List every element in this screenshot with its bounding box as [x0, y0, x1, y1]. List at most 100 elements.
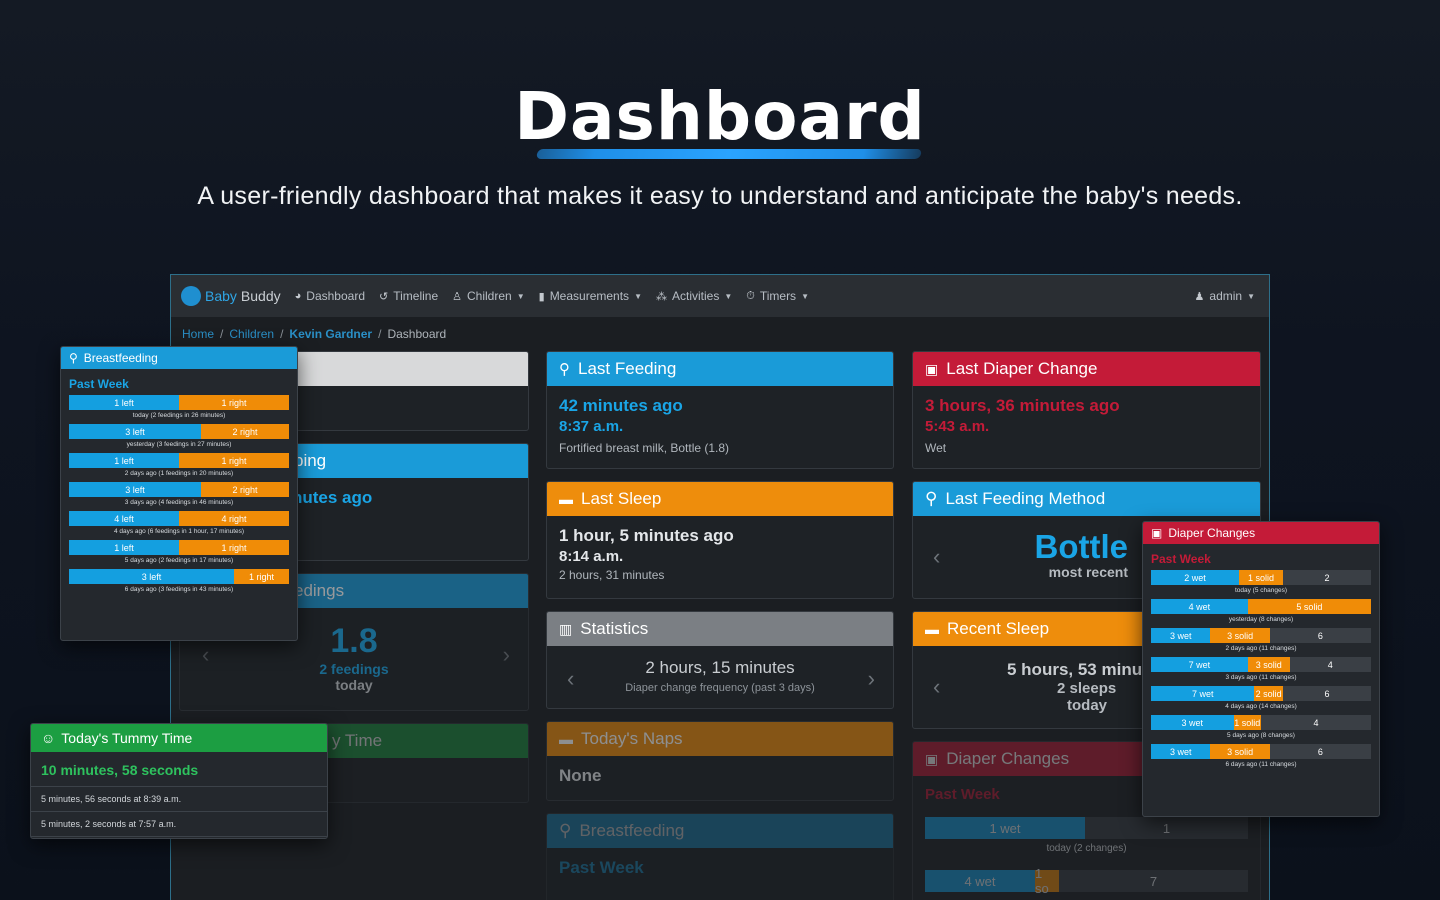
nav-timeline[interactable]: ↺ Timeline — [379, 289, 438, 303]
breastfeeding-caption: 4 days ago (6 feedings in 1 hour, 17 min… — [113, 528, 245, 535]
diaper-bg-row1-total: 1 — [1162, 820, 1171, 836]
diaper-row: 2 wet 1 solid 2 today (5 changes) — [1143, 570, 1379, 594]
card-last-sleep: ▬ Last Sleep 1 hour, 5 minutes ago 8:14 … — [546, 481, 894, 599]
hero-subtitle: A user-friendly dashboard that makes it … — [197, 182, 1243, 210]
activities-icon: ⁂ — [655, 290, 667, 303]
left-segment: 3 left — [69, 482, 201, 497]
nav-timeline-label: Timeline — [393, 289, 439, 303]
solid-segment: 3 solid — [1210, 744, 1270, 759]
tummy-popup-title: Today's Tummy Time — [61, 730, 193, 746]
breadcrumb-children[interactable]: Children — [229, 327, 274, 341]
app-window: Baby Buddy ◕ Dashboard ↺ Timeline ♙ Chil… — [170, 274, 1270, 900]
diaper-caption: today (5 changes) — [1234, 587, 1288, 594]
hero-title: Dashboard — [514, 78, 926, 155]
smile-icon: ☺ — [41, 730, 56, 746]
breadcrumb-home[interactable]: Home — [182, 327, 214, 341]
card-feedings-sub1: 2 feedings — [319, 661, 389, 677]
right-segment: 1 right — [179, 453, 289, 468]
left-segment: 3 left — [69, 569, 234, 584]
chevron-left-icon[interactable]: ‹ — [933, 544, 940, 570]
user-menu[interactable]: ♟ admin ▼ — [1195, 289, 1255, 303]
wet-segment: 3 wet — [1151, 715, 1234, 730]
diaper-bg-row1-wet: 1 wet — [925, 817, 1085, 839]
bottle-icon: ⚲ — [559, 361, 570, 378]
caret-down-icon: ▼ — [801, 291, 809, 301]
nav-timers[interactable]: ⏱ Timers ▼ — [746, 289, 809, 303]
trash-icon: ▣ — [925, 360, 939, 377]
bed-icon: ▬ — [559, 491, 573, 507]
bottle-icon: ⚲ — [925, 489, 938, 508]
nav-children[interactable]: ♙ Children ▼ — [452, 289, 525, 303]
right-segment: 4 right — [179, 511, 289, 526]
nav-dashboard[interactable]: ◕ Dashboard — [295, 289, 365, 303]
breadcrumb-child[interactable]: Kevin Gardner — [289, 327, 372, 341]
diaper-caption: 2 days ago (11 changes) — [1225, 645, 1297, 652]
chevron-left-icon[interactable]: ‹ — [567, 666, 574, 692]
breastfeeding-row: 1 left 1 right today (2 feedings in 26 min… — [61, 395, 297, 419]
nav-children-label: Children — [467, 289, 512, 303]
right-segment: 1 right — [179, 395, 289, 410]
solid-segment: 3 solid — [1210, 628, 1270, 643]
breastfeeding-caption: today (2 feedings in 26 minutes) — [132, 412, 226, 419]
bar-chart-icon: ▥ — [559, 620, 573, 637]
last-feeding-ago: 42 minutes ago — [559, 396, 683, 415]
brand-part2: Buddy — [240, 288, 281, 304]
diaper-bg-row1-caption: today (2 changes) — [1046, 843, 1127, 854]
breastfeeding-popup-title: Breastfeeding — [83, 351, 158, 365]
diaper-bar: 3 wet 3 solid 6 — [1151, 744, 1371, 759]
diaper-caption: 4 days ago (14 changes) — [1225, 703, 1297, 710]
breastfeeding-caption: 3 days ago (4 feedings in 46 minutes) — [124, 499, 234, 506]
breastfeeding-bg-sub: Past Week — [559, 858, 644, 877]
solid-segment: 3 solid — [1247, 657, 1290, 672]
last-sleep-ago: 1 hour, 5 minutes ago — [559, 526, 734, 545]
last-sleep-time: 8:14 a.m. — [559, 548, 624, 565]
last-diaper-ago: 3 hours, 36 minutes ago — [925, 396, 1120, 415]
breastfeeding-row: 4 left 4 right 4 days ago (6 feedings in 1… — [61, 511, 297, 535]
breastfeeding-row: 3 left 1 right 6 days ago (3 feedings in 4… — [61, 569, 297, 593]
right-segment: 2 right — [201, 424, 289, 439]
wet-segment: 7 wet — [1151, 657, 1248, 672]
chevron-left-icon[interactable]: ‹ — [933, 674, 940, 700]
dashboard-icon: ◕ — [294, 290, 302, 302]
nav-measurements[interactable]: ▮ Measurements ▼ — [539, 289, 642, 303]
clipboard-icon: ▮ — [538, 290, 545, 303]
diaper-row: 3 wet 1 solid 4 5 days ago (8 changes) — [1143, 715, 1379, 739]
total-segment: 2 — [1283, 570, 1371, 585]
diaper-popup-title: Diaper Changes — [1168, 526, 1256, 540]
bottle-icon: ⚲ — [559, 821, 572, 840]
timer-icon: ⏱ — [746, 289, 755, 302]
diaper-bar: 3 wet 3 solid 6 — [1151, 628, 1371, 643]
caret-down-icon: ▼ — [724, 291, 733, 301]
last-diaper-detail: Wet — [925, 441, 947, 455]
chevron-right-icon[interactable]: › — [868, 666, 875, 692]
chevron-left-icon[interactable]: ‹ — [202, 642, 209, 668]
total-segment: 6 — [1269, 744, 1371, 759]
total-segment: 6 — [1269, 628, 1371, 643]
card-naps-title: Today's Naps — [581, 729, 683, 748]
nav-activities[interactable]: ⁂ Activities ▼ — [656, 289, 732, 303]
feeding-method-value: Bottle — [1034, 528, 1129, 565]
diaper-bar: 4 wet 5 solid — [1151, 599, 1371, 614]
chevron-right-icon[interactable]: › — [503, 642, 510, 668]
statistics-value: 2 hours, 15 minutes — [645, 658, 795, 677]
nav-timers-label: Timers — [759, 289, 797, 303]
card-diaper-bg-title: Diaper Changes — [946, 749, 1070, 768]
breastfeeding-caption: 5 days ago (2 feedings in 17 minutes) — [124, 557, 234, 564]
brand[interactable]: Baby Buddy — [181, 286, 281, 306]
card-breastfeeding-bg-title: Breastfeeding — [579, 821, 685, 840]
card-recent-sleep-title: Recent Sleep — [947, 619, 1050, 638]
breastfeeding-row: 3 left 2 right 3 days ago (4 feedings in 4… — [61, 482, 297, 506]
card-todays-naps: ▬ Today's Naps None — [546, 721, 894, 801]
breastfeeding-bar: 1 left 1 right — [69, 540, 289, 555]
left-segment: 4 left — [69, 511, 179, 526]
breadcrumb: Home / Children / Kevin Gardner / Dashbo… — [182, 327, 447, 341]
card-last-feeding-title: Last Feeding — [578, 359, 677, 378]
right-segment: 2 right — [201, 482, 289, 497]
caret-down-icon: ▼ — [634, 291, 642, 301]
diaper-bg-row2-solid: 1 so — [1035, 866, 1059, 896]
diaper-bar: 2 wet 1 solid 2 — [1151, 570, 1371, 585]
user-name: admin — [1209, 289, 1243, 303]
history-icon: ↺ — [379, 290, 389, 303]
feeding-method-sub: most recent — [1048, 564, 1128, 580]
diaper-bar: 7 wet 3 solid 4 — [1151, 657, 1371, 672]
